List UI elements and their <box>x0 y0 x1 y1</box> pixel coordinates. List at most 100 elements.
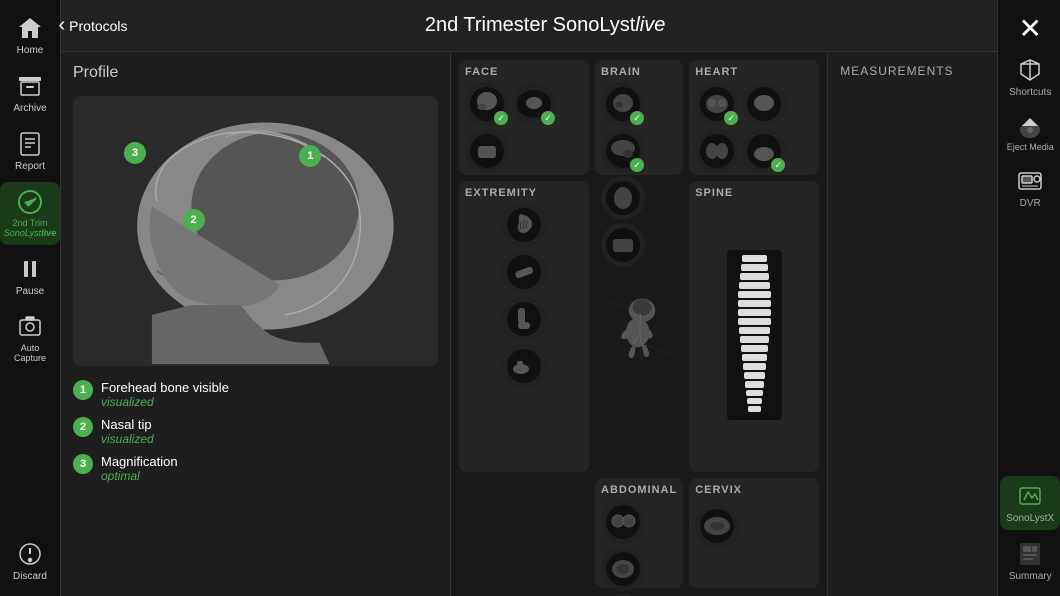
sidebar-discard-label: Discard <box>13 571 47 582</box>
page-title: 2nd Trimester SonoLystlive <box>109 14 981 37</box>
spine-category[interactable]: SPINE <box>689 181 819 472</box>
profile-title: Profile <box>73 64 438 82</box>
fetus-svg <box>595 181 683 472</box>
face-thumb-3[interactable] <box>465 129 509 173</box>
extremity-category[interactable]: EXTREMITY <box>459 181 589 472</box>
heart-thumb-2[interactable] <box>742 82 786 126</box>
sidebar-item-home[interactable]: Home <box>0 8 60 62</box>
content-area: Profile <box>61 52 997 596</box>
extremity-thumb-leg[interactable] <box>502 297 546 341</box>
face-category[interactable]: FACE ✓ <box>459 60 589 175</box>
close-icon: ✕ <box>1018 12 1041 45</box>
face-thumb-1[interactable]: ✓ <box>465 82 509 126</box>
marker-2[interactable]: 2 <box>183 209 205 231</box>
sidebar-autocapture-label: Auto Capture <box>4 344 56 364</box>
cervix-category[interactable]: CERVIX <box>689 478 819 588</box>
dvr-label: DVR <box>1020 198 1041 209</box>
heart-thumb-3[interactable] <box>695 129 739 173</box>
right-sidebar: ✕ Shortcuts Eject Media DVR <box>997 0 1060 596</box>
marker-2-num: 2 <box>190 214 196 226</box>
profile-image: 1 2 3 <box>73 96 438 366</box>
heart-thumb-4[interactable]: ✓ <box>742 129 786 173</box>
sidebar-item-sonolystx[interactable]: SonoLystX <box>1000 476 1060 530</box>
abdominal-thumb-1[interactable] <box>601 500 645 544</box>
sidebar-item-ejectmedia[interactable]: Eject Media <box>1000 106 1060 159</box>
sidebar-item-report[interactable]: Report <box>0 124 60 178</box>
checklist-text-1: Forehead bone visible visualized <box>101 380 229 409</box>
checklist-label-1: Forehead bone visible <box>101 380 229 395</box>
sidebar-item-discard[interactable]: Discard <box>0 534 60 588</box>
checklist-item-1: 1 Forehead bone visible visualized <box>73 380 438 409</box>
extremity-title: EXTREMITY <box>465 187 583 199</box>
measurements-title: MEASUREMENTS <box>840 64 985 78</box>
fetus-center-diagram <box>595 181 683 472</box>
marker-1[interactable]: 1 <box>299 145 321 167</box>
brain-thumb-1[interactable]: ✓ <box>601 82 645 126</box>
checklist-item-2: 2 Nasal tip visualized <box>73 417 438 446</box>
sidebar-item-shortcuts[interactable]: Shortcuts <box>1000 50 1060 104</box>
spine-visual <box>727 250 782 420</box>
face-thumb-2[interactable]: ✓ <box>512 82 556 126</box>
extremity-thumb-arm[interactable] <box>502 250 546 294</box>
marker-1-num: 1 <box>307 150 313 162</box>
sidebar-item-summary[interactable]: Summary <box>1000 534 1060 588</box>
back-button[interactable]: ‹ Protocols <box>77 10 109 42</box>
main-content: ‹ Protocols 2nd Trimester SonoLystlive P… <box>61 0 997 596</box>
cervix-thumb-1[interactable] <box>695 504 739 548</box>
heart-thumb-4-check: ✓ <box>771 158 785 172</box>
checklist-num-3: 3 <box>73 454 93 474</box>
summary-label: Summary <box>1009 571 1052 582</box>
face-title: FACE <box>465 66 583 78</box>
brain-thumb-2[interactable]: ✓ <box>601 129 645 173</box>
profile-svg <box>73 96 438 366</box>
checklist-text-3: Magnification optimal <box>101 454 178 483</box>
checklist-label-3: Magnification <box>101 454 178 469</box>
profile-panel: Profile <box>61 52 451 596</box>
top-bar: ‹ Protocols 2nd Trimester SonoLystlive <box>61 0 997 52</box>
sidebar-item-autocapture[interactable]: Auto Capture <box>0 307 60 370</box>
sonolystx-label: SonoLystX <box>1006 513 1054 524</box>
heart-thumb-1[interactable]: ✓ <box>695 82 739 126</box>
checklist-item-3: 3 Magnification optimal <box>73 454 438 483</box>
sidebar-pause-label: Pause <box>16 286 44 297</box>
sidebar-item-dvr[interactable]: DVR <box>1000 161 1060 215</box>
back-icon: ‹ <box>58 14 65 37</box>
extremity-thumb-foot[interactable] <box>502 344 546 388</box>
checklist-num-2: 2 <box>73 417 93 437</box>
checklist-sub-1: visualized <box>101 395 229 409</box>
close-button[interactable]: ✕ <box>1010 8 1050 48</box>
brain-title: BRAIN <box>601 66 677 78</box>
heart-title: HEART <box>695 66 813 78</box>
brain-category[interactable]: BRAIN ✓ <box>595 60 683 175</box>
sidebar-home-label: Home <box>17 45 44 56</box>
measurements-panel: MEASUREMENTS <box>827 52 997 596</box>
abdominal-title: ABDOMINAL <box>601 484 677 496</box>
checklist: 1 Forehead bone visible visualized 2 Nas… <box>73 376 438 487</box>
checklist-num-1: 1 <box>73 380 93 400</box>
cervix-title: CERVIX <box>695 484 813 496</box>
left-sidebar: Home Archive Report 2nd TrimSonoLystlive… <box>0 0 61 596</box>
title-text: 2nd Trimester SonoLystlive <box>425 14 665 36</box>
marker-3-num: 3 <box>132 147 138 159</box>
sidebar-2ndtrim-label: 2nd TrimSonoLystlive <box>4 219 56 239</box>
face-thumb-2-check: ✓ <box>541 111 555 125</box>
spine-title: SPINE <box>695 187 813 199</box>
sidebar-item-archive[interactable]: Archive <box>0 66 60 120</box>
sidebar-item-2ndtrim[interactable]: 2nd TrimSonoLystlive <box>0 182 60 245</box>
heart-category[interactable]: HEART ✓ <box>689 60 819 175</box>
brain-thumb-1-check: ✓ <box>630 111 644 125</box>
ejectmedia-label: Eject Media <box>1007 143 1054 153</box>
abdominal-category[interactable]: ABDOMINAL <box>595 478 683 588</box>
marker-3[interactable]: 3 <box>124 142 146 164</box>
brain-thumb-2-check: ✓ <box>630 158 644 172</box>
sidebar-item-pause[interactable]: Pause <box>0 249 60 303</box>
checklist-sub-3: optimal <box>101 469 178 483</box>
sidebar-report-label: Report <box>15 161 45 172</box>
extremity-thumb-hand[interactable] <box>502 203 546 247</box>
checklist-text-2: Nasal tip visualized <box>101 417 154 446</box>
abdominal-thumb-2[interactable] <box>601 547 645 591</box>
checklist-sub-2: visualized <box>101 432 154 446</box>
checklist-label-2: Nasal tip <box>101 417 154 432</box>
face-thumb-1-check: ✓ <box>494 111 508 125</box>
sidebar-archive-label: Archive <box>13 103 46 114</box>
